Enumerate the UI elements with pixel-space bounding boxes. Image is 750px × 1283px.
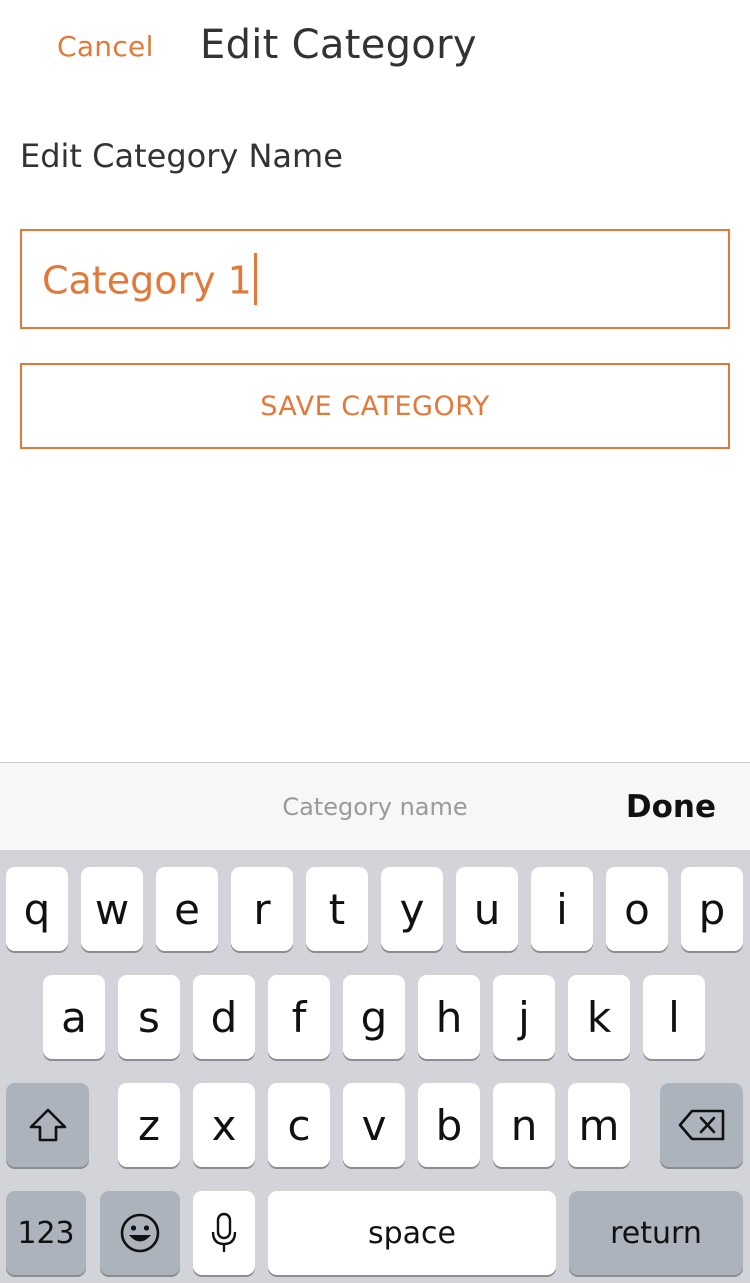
key-o[interactable]: o [606,867,668,951]
key-w[interactable]: w [81,867,143,951]
key-q[interactable]: q [6,867,68,951]
key-p[interactable]: p [681,867,743,951]
key-f[interactable]: f [268,975,330,1059]
key-d[interactable]: d [193,975,255,1059]
delete-key[interactable] [660,1083,743,1167]
key-l[interactable]: l [643,975,705,1059]
key-t[interactable]: t [306,867,368,951]
key-g[interactable]: g [343,975,405,1059]
key-r[interactable]: r [231,867,293,951]
microphone-key[interactable] [193,1191,255,1275]
category-name-input[interactable]: Category 1 [20,229,730,329]
key-a[interactable]: a [43,975,105,1059]
save-category-button[interactable]: SAVE CATEGORY [20,363,730,449]
key-m[interactable]: m [568,1083,630,1167]
keyboard-accessory-bar: Category name Done [0,762,750,851]
return-key[interactable]: return [569,1191,743,1275]
key-z[interactable]: z [118,1083,180,1167]
key-h[interactable]: h [418,975,480,1059]
key-c[interactable]: c [268,1083,330,1167]
cancel-button[interactable]: Cancel [57,30,154,63]
text-caret [253,253,257,305]
key-x[interactable]: x [193,1083,255,1167]
key-e[interactable]: e [156,867,218,951]
key-u[interactable]: u [456,867,518,951]
key-k[interactable]: k [568,975,630,1059]
category-name-text: Category 1 [42,258,252,303]
done-button[interactable]: Done [626,789,716,825]
section-label: Edit Category Name [20,137,343,175]
numbers-key[interactable]: 123 [6,1191,86,1275]
key-s[interactable]: s [118,975,180,1059]
emoji-icon [119,1212,161,1254]
emoji-key[interactable] [100,1191,180,1275]
key-v[interactable]: v [343,1083,405,1167]
key-n[interactable]: n [493,1083,555,1167]
keyboard: qwertyuiop asdfghjkl zxcvbnm 123 space r… [0,850,750,1283]
microphone-icon [210,1212,238,1254]
category-name-value: Category 1 [42,253,257,309]
shift-key[interactable] [6,1083,89,1167]
navigation-bar: Cancel Edit Category [0,0,750,100]
key-b[interactable]: b [418,1083,480,1167]
key-j[interactable]: j [493,975,555,1059]
backspace-icon [678,1109,726,1141]
shift-icon [28,1107,68,1143]
key-i[interactable]: i [531,867,593,951]
key-y[interactable]: y [381,867,443,951]
page-title: Edit Category [200,22,477,68]
space-key[interactable]: space [268,1191,556,1275]
